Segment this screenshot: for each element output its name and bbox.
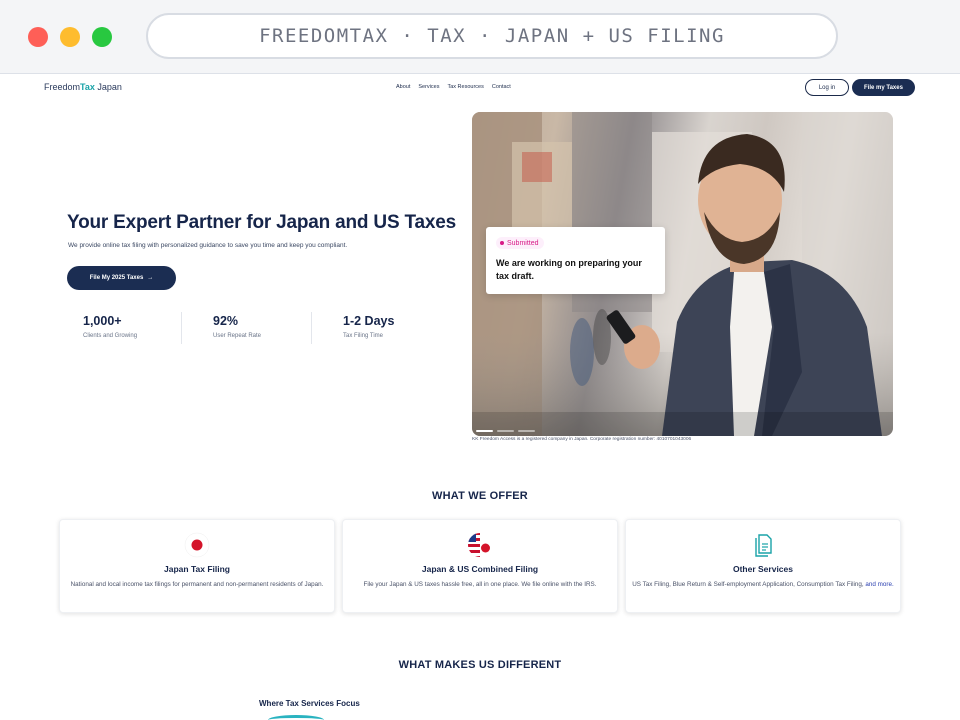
offer-card-desc-text: National and local income tax filings fo… [70,581,324,588]
stats-row: 1,000+ Clients and Growing 92% User Repe… [67,308,447,344]
status-message: We are working on preparing your tax dra… [496,258,642,281]
status-badge-label: Submitted [507,239,539,247]
stat-label: Clients and Growing [83,333,138,339]
offer-card-combined[interactable]: Japan & US Combined Filing File your Jap… [342,519,618,613]
maximize-window-button[interactable] [92,27,112,47]
offer-card-description: US Tax Filing, Blue Return & Self-employ… [632,579,894,592]
login-button[interactable]: Log in [805,79,849,96]
stat-filing-time: 1-2 Days Tax Filing Time [327,308,447,344]
offer-card-description: File your Japan & US taxes hassle free, … [349,579,611,592]
site-logo[interactable]: FreedomTax Japan [44,82,122,92]
carousel-indicators [476,430,535,432]
address-bar[interactable]: FREEDOMTAX · TAX · JAPAN + US FILING [146,13,838,59]
stat-label: Tax Filing Time [343,333,384,339]
logo-text-suffix: Japan [94,82,122,92]
offer-card-japan-tax[interactable]: Japan Tax Filing National and local inco… [59,519,335,613]
file-my-taxes-button[interactable]: File my Taxes [852,79,915,96]
stat-divider [311,312,312,344]
registration-note: KK Freedom Access is a registered compan… [472,437,692,442]
stat-value: 1-2 Days [343,314,395,328]
offer-card-description: National and local income tax filings fo… [66,579,328,592]
us-japan-flag-icon [468,533,492,557]
minimize-window-button[interactable] [60,27,80,47]
nav-link-contact[interactable]: Contact [492,84,511,90]
address-bar-text: FREEDOMTAX · TAX · JAPAN + US FILING [259,25,725,47]
offer-card-title: Other Services [732,564,793,574]
focus-chart-arc [268,715,324,720]
hero-subtitle: We provide online tax filing with person… [68,242,348,249]
stat-clients: 1,000+ Clients and Growing [67,308,187,344]
main-nav: About Services Tax Resources Contact [396,84,511,90]
hero-title: Your Expert Partner for Japan and US Tax… [67,212,456,233]
status-dot-icon [500,241,504,245]
stat-divider [181,312,182,344]
offer-card-title: Japan & US Combined Filing [421,564,539,574]
stat-value: 1,000+ [83,314,122,328]
logo-text-primary: Freedom [44,82,81,92]
offer-card-desc-text: File your Japan & US taxes hassle free, … [363,581,597,588]
nav-link-tax-resources[interactable]: Tax Resources [447,84,483,90]
offer-card-other[interactable]: Other Services US Tax Filing, Blue Retur… [625,519,901,613]
arrow-right-icon: → [147,275,154,281]
offer-card-desc-text: US Tax Filing, Blue Return & Self-employ… [632,581,866,588]
nav-link-services[interactable]: Services [418,84,439,90]
carousel-dot[interactable] [497,430,514,432]
nav-link-about[interactable]: About [396,84,410,90]
stat-label: User Repeat Rate [213,333,262,339]
offer-heading: WHAT WE OFFER [432,490,528,502]
close-window-button[interactable] [28,27,48,47]
status-card: Submitted We are working on preparing yo… [486,227,665,294]
and-more-link[interactable]: and more. [865,581,893,588]
logo-text-accent: Tax [80,82,95,92]
carousel-dot[interactable] [476,430,493,432]
stat-repeat-rate: 92% User Repeat Rate [197,308,317,344]
focus-label: Where Tax Services Focus [259,699,360,708]
status-badge: Submitted [496,237,544,249]
file-2025-taxes-button[interactable]: File My 2025 Taxes → [67,266,176,290]
browser-chrome: FREEDOMTAX · TAX · JAPAN + US FILING [0,0,960,74]
cta-label: File My 2025 Taxes [89,275,144,281]
japan-flag-icon [184,532,210,558]
site-header: FreedomTax Japan About Services Tax Reso… [0,74,960,104]
stat-value: 92% [213,314,239,328]
carousel-dot[interactable] [518,430,535,432]
documents-icon [755,534,772,557]
different-heading: WHAT MAKES US DIFFERENT [398,659,562,671]
offer-card-title: Japan Tax Filing [164,564,230,574]
